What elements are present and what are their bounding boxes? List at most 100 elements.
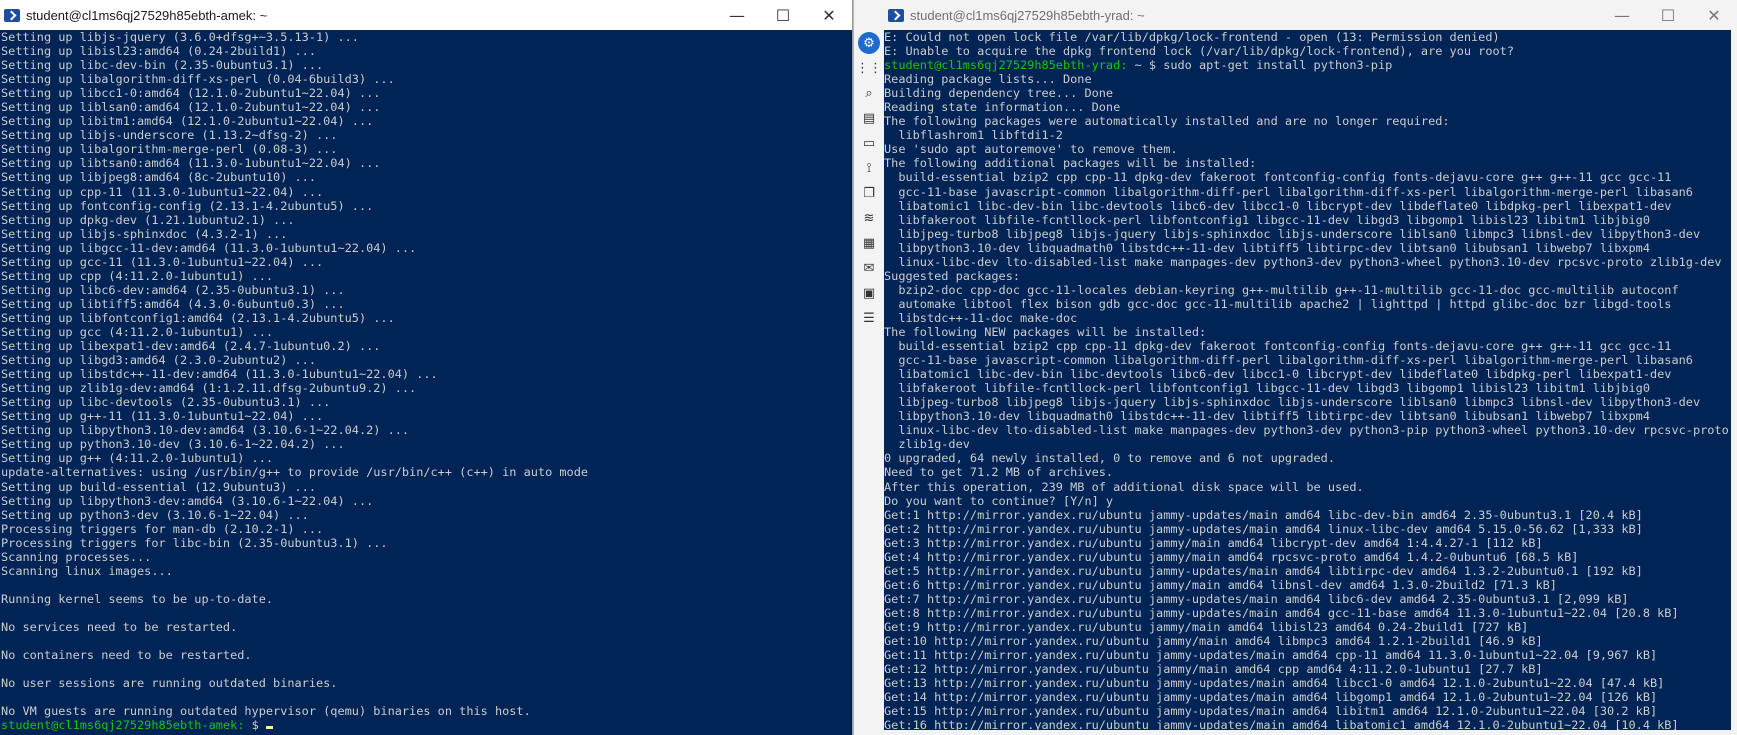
server-icon[interactable]: ▤ <box>854 106 884 131</box>
left-terminal-output[interactable]: Setting up libjs-jquery (3.6.0+dfsg+~3.5… <box>0 30 852 735</box>
terminal-line: libpython3.10-dev libquadmath0 libstdc++… <box>884 409 1650 424</box>
terminal-line: zlib1g-dev <box>884 437 970 452</box>
terminal-line: Setting up gcc-11 (11.3.0-1ubuntu1~22.04… <box>1 254 324 269</box>
terminal-line: The following packages were automaticall… <box>884 114 1450 129</box>
terminal-line: After this operation, 239 MB of addition… <box>884 479 1364 494</box>
terminal-line: E: Unable to acquire the dpkg frontend l… <box>884 44 1514 59</box>
terminal-line: Setting up libjs-underscore (1.13.2~dfsg… <box>1 128 338 143</box>
powershell-icon <box>888 8 904 22</box>
minimize-button[interactable]: — <box>1599 0 1645 30</box>
maximize-button[interactable]: ☐ <box>760 0 806 30</box>
terminal-line: bzip2-doc cpp-doc gcc-11-locales debian-… <box>884 282 1679 297</box>
terminal-line: Setting up g++-11 (11.3.0-1ubuntu1~22.04… <box>1 409 324 424</box>
terminal-line: Get:5 http://mirror.yandex.ru/ubuntu jam… <box>884 563 1643 578</box>
terminal-line: Get:2 http://mirror.yandex.ru/ubuntu jam… <box>884 521 1643 536</box>
terminal-line: Setting up libpython3-dev:amd64 (3.10.6-… <box>1 493 374 508</box>
chat-icon[interactable]: ✉ <box>854 256 884 281</box>
terminal-line: libjpeg-turbo8 libjpeg8 libjs-jquery lib… <box>884 395 1701 410</box>
left-title-bar[interactable]: student@cl1ms6qj27529h85ebth-amek: ~ — ☐… <box>0 0 852 30</box>
terminal-line: Setting up python3.10-dev (3.10.6-1~22.0… <box>1 437 345 452</box>
right-terminal-window[interactable]: student@cl1ms6qj27529h85ebth-yrad: ~ — ☐… <box>853 0 1737 735</box>
terminal-line: No VM guests are running outdated hyperv… <box>1 704 531 719</box>
terminal-line: Setting up libjs-sphinxdoc (4.3.2-1) ... <box>1 226 288 241</box>
right-terminal-output[interactable]: E: Could not open lock file /var/lib/dpk… <box>884 30 1731 730</box>
terminal-line: gcc-11-base javascript-common libalgorit… <box>884 184 1693 199</box>
terminal-line: Setting up libalgorithm-merge-perl (0.08… <box>1 142 338 157</box>
terminal-line: No user sessions are running outdated bi… <box>1 676 338 691</box>
terminal-line: Setting up libc6-dev:amd64 (2.35-0ubuntu… <box>1 282 345 297</box>
terminal-line: Setting up libstdc++-11-dev:amd64 (11.3.… <box>1 367 438 382</box>
terminal-line: Get:12 http://mirror.yandex.ru/ubuntu ja… <box>884 662 1543 677</box>
terminal-line: Get:7 http://mirror.yandex.ru/ubuntu jam… <box>884 591 1629 606</box>
terminal-line: Setting up libc-devtools (2.35-0ubuntu3.… <box>1 395 331 410</box>
terminal-line: Setting up g++ (4:11.2.0-1ubuntu1) ... <box>1 451 274 466</box>
network-icon[interactable]: ⟟ <box>854 156 884 181</box>
terminal-line: Get:9 http://mirror.yandex.ru/ubuntu jam… <box>884 619 1529 634</box>
terminal-line: The following NEW packages will be insta… <box>884 324 1207 339</box>
terminal-line: Get:10 http://mirror.yandex.ru/ubuntu ja… <box>884 634 1543 649</box>
terminal-line: Scanning linux images... <box>1 563 173 578</box>
layers-icon[interactable]: ≋ <box>854 206 884 231</box>
prompt-line: student@cl1ms6qj27529h85ebth-amek: $ <box>1 718 852 732</box>
terminal-line: Get:3 http://mirror.yandex.ru/ubuntu jam… <box>884 535 1543 550</box>
minimize-button[interactable]: — <box>714 0 760 30</box>
terminal-line: libfakeroot libfile-fcntllock-perl libfo… <box>884 381 1650 396</box>
terminal-line: Get:8 http://mirror.yandex.ru/ubuntu jam… <box>884 605 1679 620</box>
terminal-line: Reading package lists... Done <box>884 72 1092 87</box>
text-cursor <box>265 726 273 730</box>
drive-icon[interactable]: ▭ <box>854 131 884 156</box>
scrollbar[interactable] <box>1731 30 1737 735</box>
terminal-line: Building dependency tree... Done <box>884 86 1114 101</box>
terminal-line: Setting up libtiff5:amd64 (4.3.0-6ubuntu… <box>1 296 345 311</box>
terminal-line: Setting up build-essential (12.9ubuntu3)… <box>1 479 316 494</box>
terminal-line: Setting up cpp (4:11.2.0-1ubuntu1) ... <box>1 268 274 283</box>
terminal-line: Setting up libisl23:amd64 (0.24-2build1)… <box>1 44 316 59</box>
right-title-bar[interactable]: student@cl1ms6qj27529h85ebth-yrad: ~ — ☐… <box>854 0 1737 30</box>
terminal-line: Setting up libitm1:amd64 (12.1.0-2ubuntu… <box>1 114 374 129</box>
close-button[interactable]: ✕ <box>806 0 852 30</box>
terminal-line: Setting up cpp-11 (11.3.0-1ubuntu1~22.04… <box>1 184 324 199</box>
terminal-line: Processing triggers for libc-bin (2.35-0… <box>1 535 388 550</box>
terminal-line: build-essential bzip2 cpp cpp-11 dpkg-de… <box>884 339 1672 354</box>
prompt-text: student@cl1ms6qj27529h85ebth-yrad: <box>884 58 1128 73</box>
list-icon[interactable]: ☰ <box>854 306 884 331</box>
terminal-line: Do you want to continue? [Y/n] y <box>884 493 1114 508</box>
copy-icon[interactable]: ❐ <box>854 181 884 206</box>
terminal-line: libpython3.10-dev libquadmath0 libstdc++… <box>884 240 1650 255</box>
terminal-line: Setting up libcc1-0:amd64 (12.1.0-2ubunt… <box>1 86 381 101</box>
maximize-button[interactable]: ☐ <box>1645 0 1691 30</box>
terminal-line: gcc-11-base javascript-common libalgorit… <box>884 353 1693 368</box>
terminal-line: 0 upgraded, 64 newly installed, 0 to rem… <box>884 451 1336 466</box>
image-icon[interactable]: ▣ <box>854 281 884 306</box>
terminal-line: Setting up libtsan0:amd64 (11.3.0-1ubunt… <box>1 156 381 171</box>
terminal-line: Setting up libfontconfig1:amd64 (2.13.1-… <box>1 310 395 325</box>
terminal-line: Setting up libgd3:amd64 (2.3.0-2ubuntu2)… <box>1 353 316 368</box>
apps-grid-icon[interactable]: ⋮⋮ <box>854 56 884 81</box>
command-text: ~ $ sudo apt-get install python3-pip <box>1127 58 1393 73</box>
terminal-line: linux-libc-dev lto-disabled-list make ma… <box>884 254 1722 269</box>
dashboard-icon[interactable]: ▦ <box>854 231 884 256</box>
settings-icon[interactable]: ⚙ <box>858 32 880 54</box>
left-terminal-window[interactable]: student@cl1ms6qj27529h85ebth-amek: ~ — ☐… <box>0 0 853 735</box>
terminal-line: linux-libc-dev lto-disabled-list make ma… <box>884 423 1729 438</box>
close-button[interactable]: ✕ <box>1691 0 1737 30</box>
powershell-icon <box>4 8 20 22</box>
terminal-line: Setting up libexpat1-dev:amd64 (2.4.7-1u… <box>1 339 381 354</box>
search-icon[interactable]: ⌕ <box>854 81 884 106</box>
left-window-title: student@cl1ms6qj27529h85ebth-amek: ~ <box>26 7 268 23</box>
terminal-line: Get:4 http://mirror.yandex.ru/ubuntu jam… <box>884 549 1579 564</box>
terminal-line: Setting up libpython3.10-dev:amd64 (3.10… <box>1 423 410 438</box>
terminal-line: Setting up libc-dev-bin (2.35-0ubuntu3.1… <box>1 58 324 73</box>
terminal-line: Running kernel seems to be up-to-date. <box>1 591 274 606</box>
terminal-line: Processing triggers for man-db (2.10.2-1… <box>1 521 324 536</box>
terminal-line: Setting up fontconfig-config (2.13.1-4.2… <box>1 198 374 213</box>
terminal-line: No services need to be restarted. <box>1 619 238 634</box>
terminal-line: libatomic1 libc-dev-bin libc-devtools li… <box>884 198 1672 213</box>
terminal-line: Setting up libgcc-11-dev:amd64 (11.3.0-1… <box>1 240 417 255</box>
terminal-line: Get:11 http://mirror.yandex.ru/ubuntu ja… <box>884 648 1658 663</box>
terminal-line: libatomic1 libc-dev-bin libc-devtools li… <box>884 367 1672 382</box>
terminal-line: Scanning processes... <box>1 549 152 564</box>
